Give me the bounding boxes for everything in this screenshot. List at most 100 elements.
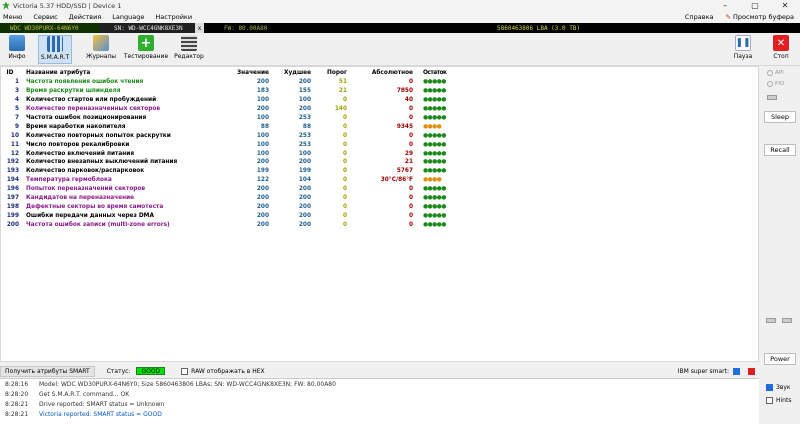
cell-name: Количество включений питания: [26, 150, 135, 157]
pio-label: PIO: [775, 81, 785, 87]
cell-name: Количество переназначенных секторов: [26, 106, 160, 113]
cell-name: Количество внезапных выключений питания: [26, 159, 178, 166]
table-row[interactable]: 11 Число повторов рекалибровки 100 253 0 0 ●●●…: [1, 140, 457, 149]
clipboard-icon: ✎: [725, 13, 734, 21]
header-threshold: Порог: [327, 69, 347, 76]
journals-tab[interactable]: Журналы: [84, 35, 118, 64]
cell-value: 200: [256, 221, 269, 228]
minimize-button[interactable]: –: [710, 0, 740, 11]
hints-checkbox[interactable]: Hints: [766, 397, 791, 404]
log-panel[interactable]: 8:28:16 Model: WDC WD30PURX-64N6Y0; Size …: [0, 378, 759, 424]
pause-icon: ❚❚: [735, 35, 751, 51]
testing-tab-label: Тестирование: [123, 53, 169, 60]
cell-threshold: 0: [342, 97, 347, 104]
testing-tab[interactable]: + Тестирование: [123, 35, 169, 64]
cell-raw: 0: [408, 141, 413, 148]
pio-radio[interactable]: PIO: [767, 81, 784, 87]
cell-id: 7: [14, 115, 19, 121]
cell-worst: 253: [298, 115, 311, 121]
red-indicator-icon: [748, 367, 755, 375]
cell-id: 199: [6, 212, 19, 219]
cell-remaining: ●●●●●: [423, 141, 446, 148]
api-label: API: [775, 70, 784, 76]
cell-raw: 21: [404, 159, 413, 166]
cell-worst: 200: [298, 79, 311, 86]
raw-hex-checkbox[interactable]: RAW отображать в HEX: [181, 367, 265, 375]
table-row[interactable]: 3 Время раскрутки шпинделя 183 155 21 7850 ●●●…: [1, 87, 457, 96]
table-row[interactable]: 12 Количество включений питания 100 100 0 29 ●…: [1, 149, 457, 158]
cell-id: 3: [14, 88, 19, 95]
table-row[interactable]: 200 Частота ошибок записи (multi-zone err…: [1, 220, 457, 229]
get-smart-button[interactable]: Получить атрибуты SMART: [0, 365, 95, 377]
api-radio[interactable]: API: [767, 70, 784, 76]
editor-tab[interactable]: Редактор: [172, 35, 206, 64]
cell-name: Ошибки передачи данных через DMA: [26, 212, 154, 219]
cell-threshold: 0: [342, 132, 347, 139]
table-row[interactable]: 197 Кандидатов на переназначение 200 200 0 0 ●…: [1, 194, 457, 203]
table-row[interactable]: 1 Частота появления ошибок чтения 200 200 51…: [1, 78, 457, 87]
cell-raw: 0: [408, 132, 413, 139]
cell-value: 100: [256, 150, 269, 157]
table-row[interactable]: 196 Попыток переназначений секторов 200 200…: [1, 185, 457, 194]
cell-value: 100: [256, 132, 269, 139]
menu-item-buffer-view[interactable]: ✎ Просмотр буфера: [720, 13, 800, 21]
table-row[interactable]: 192 Количество внезапных выключений питан…: [1, 158, 457, 167]
device-model[interactable]: WDC WD30PURX-64N6Y0: [0, 23, 100, 33]
log-line: 8:28:21 Victoria reported: SMART status =…: [0, 409, 759, 419]
raw-hex-label: RAW отображать в HEX: [191, 367, 265, 375]
cell-threshold: 0: [342, 195, 347, 202]
table-row[interactable]: 10 Количество повторных попыток раскрутки…: [1, 131, 457, 140]
cell-threshold: 0: [342, 177, 347, 184]
ibm-super-smart-checkbox[interactable]: [733, 367, 740, 375]
hints-label: Hints: [776, 397, 792, 404]
table-row[interactable]: 5 Количество переназначенных секторов 200 2…: [1, 105, 457, 114]
cell-value: 200: [256, 203, 269, 210]
cell-threshold: 21: [338, 88, 347, 95]
sound-checkbox[interactable]: Звук: [766, 384, 791, 391]
log-message: Drive reported: SMART status = Unknown: [39, 400, 165, 408]
menu-item-service[interactable]: Сервис: [30, 13, 65, 21]
table-row[interactable]: 193 Количество парковок/распарковок 199 199…: [1, 167, 457, 176]
power-button[interactable]: Power: [764, 353, 796, 365]
cell-value: 183: [256, 88, 269, 95]
device-close-button[interactable]: x: [195, 23, 204, 33]
radio-circle-icon: [767, 81, 773, 87]
cell-id: 1: [14, 79, 19, 86]
menu-item-actions[interactable]: Действия: [66, 13, 110, 21]
recall-button[interactable]: Recall: [764, 144, 796, 156]
cell-remaining: ●●●●●: [423, 159, 446, 166]
menu-item-settings[interactable]: Настройки: [152, 13, 200, 21]
cell-id: 197: [6, 195, 19, 202]
cell-threshold: 0: [342, 159, 347, 166]
table-row[interactable]: 198 Дефектные секторы во время самотеста 2…: [1, 202, 457, 211]
cell-name: Количество стартов или пробуждений: [26, 97, 157, 104]
cell-name: Частота появления ошибок чтения: [26, 79, 144, 86]
table-row[interactable]: 194 Температура гермоблока 122 104 0 30°C/86°…: [1, 176, 457, 185]
checkbox-icon: [766, 397, 773, 404]
smart-tab[interactable]: S.M.A.R.T: [38, 35, 72, 64]
menu-item-help[interactable]: Справка: [679, 13, 720, 21]
device-firmware: FW: 80.00A80: [224, 24, 268, 32]
sound-label: Звук: [776, 384, 791, 391]
table-row[interactable]: 199 Ошибки передачи данных через DMA 200 20…: [1, 211, 457, 220]
table-row[interactable]: 7 Частота ошибок позиционирования 100 253 0 0…: [1, 114, 457, 123]
cell-value: 200: [256, 212, 269, 219]
close-window-button[interactable]: ✕: [770, 0, 800, 11]
table-row[interactable]: 9 Время наработки накопителя 88 88 0 9345 ●●●●: [1, 122, 457, 131]
stop-label: Стоп: [773, 53, 789, 60]
cell-raw: 0: [408, 212, 413, 219]
log-message: Get S.M.A.R.T. command... OK: [39, 390, 130, 398]
menu-item-language[interactable]: Language: [109, 13, 152, 21]
pause-button[interactable]: ❚❚ Пауза: [726, 35, 760, 64]
smart-attributes-grid[interactable]: ID Название атрибута Значение Худшее Пор…: [0, 66, 759, 362]
menu-item-menu[interactable]: Меню: [0, 13, 30, 21]
stop-button[interactable]: ✕ Стоп: [764, 35, 798, 64]
cell-id: 11: [10, 141, 19, 148]
maximize-button[interactable]: ▢: [740, 0, 770, 11]
cell-name: Время раскрутки шпинделя: [26, 88, 121, 95]
header-raw: Абсолютное: [371, 69, 413, 76]
sleep-button[interactable]: Sleep: [764, 111, 796, 123]
bottom-right-panel: Звук Hints: [760, 378, 800, 424]
table-row[interactable]: 4 Количество стартов или пробуждений 100 10…: [1, 96, 457, 105]
info-tab[interactable]: Инфо: [0, 35, 34, 64]
